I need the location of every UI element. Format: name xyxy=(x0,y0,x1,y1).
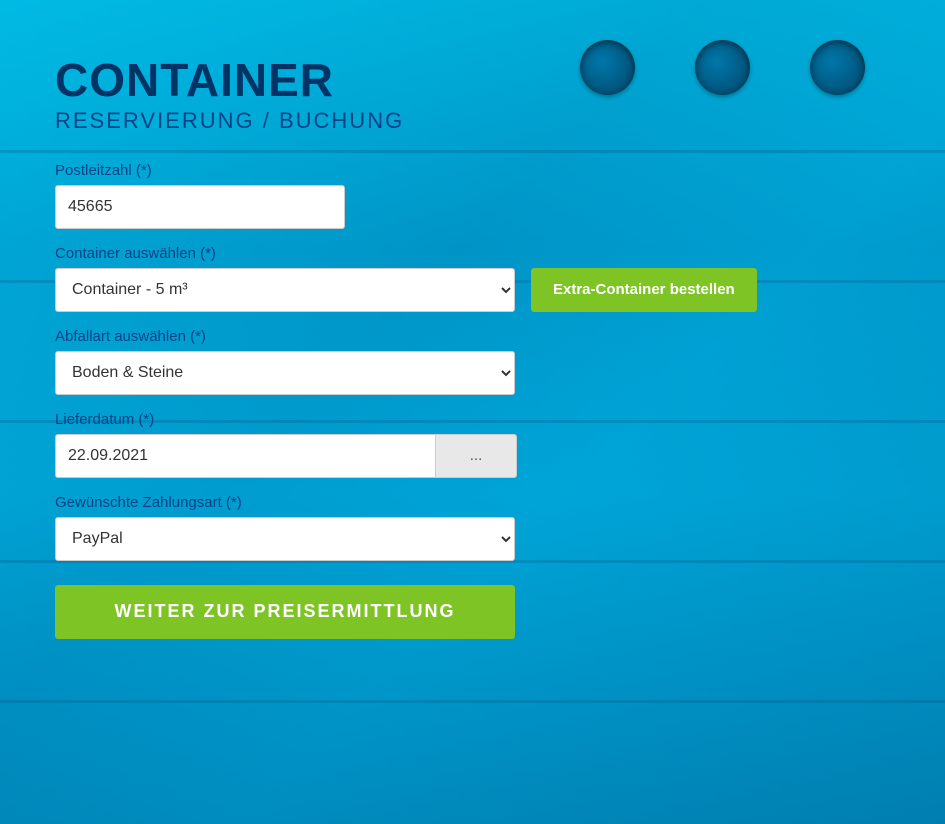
zahlungsart-group: Gewünschte Zahlungsart (*) PayPal Kredit… xyxy=(55,494,890,561)
abfallart-select[interactable]: Boden & Steine Bauschutt Grünschnitt Spe… xyxy=(55,351,515,395)
lieferdatum-group: Lieferdatum (*) ... xyxy=(55,411,890,478)
abfallart-label: Abfallart auswählen (*) xyxy=(55,328,890,345)
zahlungsart-select[interactable]: PayPal Kreditkarte Überweisung Rechnung xyxy=(55,517,515,561)
postleitzahl-label: Postleitzahl (*) xyxy=(55,162,890,179)
date-row: ... xyxy=(55,434,890,478)
submit-button[interactable]: WEITER ZUR PREISERMITTLUNG xyxy=(55,585,515,639)
abfallart-group: Abfallart auswählen (*) Boden & Steine B… xyxy=(55,328,890,395)
page-subtitle: RESERVIERUNG / BUCHUNG xyxy=(55,108,890,134)
postleitzahl-group: Postleitzahl (*) xyxy=(55,162,890,229)
container-group: Container auswählen (*) Container - 5 m³… xyxy=(55,245,890,312)
postleitzahl-input[interactable] xyxy=(55,185,345,229)
page-content: CONTAINER RESERVIERUNG / BUCHUNG Postlei… xyxy=(0,0,945,824)
extra-container-button[interactable]: Extra-Container bestellen xyxy=(531,268,757,312)
zahlungsart-label: Gewünschte Zahlungsart (*) xyxy=(55,494,890,511)
container-row: Container - 5 m³ Container - 7 m³ Contai… xyxy=(55,268,890,312)
container-select[interactable]: Container - 5 m³ Container - 7 m³ Contai… xyxy=(55,268,515,312)
page-title: CONTAINER xyxy=(55,55,890,106)
container-label: Container auswählen (*) xyxy=(55,245,890,262)
lieferdatum-input[interactable] xyxy=(55,434,435,478)
calendar-button[interactable]: ... xyxy=(435,434,517,478)
lieferdatum-label: Lieferdatum (*) xyxy=(55,411,890,428)
